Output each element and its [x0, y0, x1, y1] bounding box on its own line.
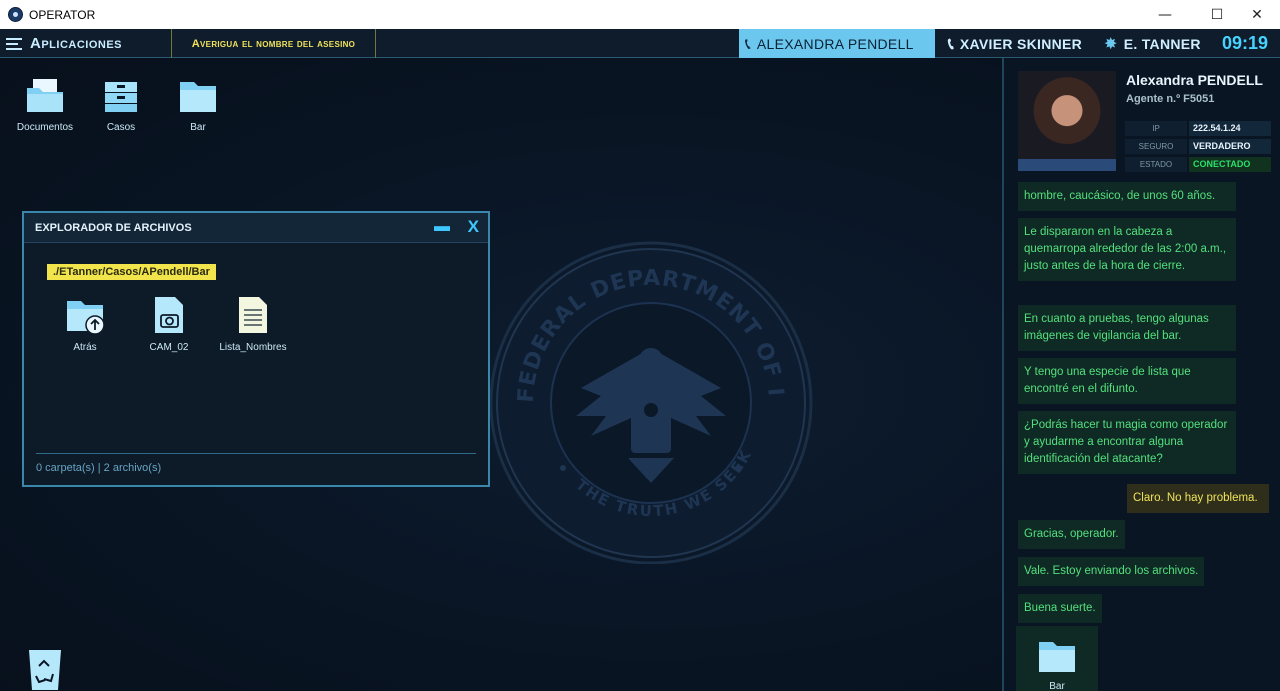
mission-objective: Averigua el nombre del asesino: [171, 29, 376, 58]
agent-avatar: [1018, 71, 1116, 171]
chat-attachment-bar-folder[interactable]: Bar: [1016, 626, 1098, 691]
info-label: ESTADO: [1125, 157, 1187, 172]
phone-icon: 📞︎: [745, 33, 751, 53]
file-item-lista-nombres[interactable]: Lista_Nombres: [213, 295, 293, 353]
info-value: VERDADERO: [1189, 139, 1271, 154]
file-label: Lista_Nombres: [219, 342, 287, 353]
path-bar: ./ETanner/Casos/APendell/Bar: [47, 264, 216, 280]
info-label: IP: [1125, 121, 1187, 136]
desktop: FEDERAL DEPARTMENT OF INTELLIGENCE THE T…: [0, 58, 1002, 691]
chat-message: Y tengo una especie de lista que encontr…: [1018, 358, 1236, 404]
explorer-title: EXPLORADOR DE ARCHIVOS: [35, 221, 192, 234]
close-button[interactable]: ✕: [1234, 0, 1280, 29]
file-item-back[interactable]: Atrás: [45, 295, 125, 353]
divider: [36, 453, 476, 454]
desktop-icon-casos[interactable]: Casos: [86, 76, 156, 133]
verified-badge-icon: ✸: [1104, 34, 1118, 53]
camera-file-icon: [155, 297, 183, 333]
agent-chat-panel: Alexandra PENDELL Agente n.º F5051 IP 22…: [1002, 58, 1280, 691]
file-item-cam02[interactable]: CAM_02: [129, 295, 209, 353]
recycle-bin-icon[interactable]: [26, 646, 64, 691]
status-badge: CONECTADO: [1189, 157, 1271, 172]
contact-tab-e-tanner[interactable]: ✸ E. TANNER: [1104, 29, 1201, 58]
icon-label: Documentos: [16, 122, 74, 133]
operator-message: Claro. No hay problema.: [1127, 484, 1269, 513]
file-explorer-window[interactable]: EXPLORADOR DE ARCHIVOS ▬ X ./ETanner/Cas…: [22, 211, 490, 487]
folder-icon: [1039, 642, 1075, 672]
cases-drawer-icon: [105, 82, 137, 112]
contact-name: XAVIER SKINNER: [959, 35, 1083, 52]
hamburger-icon: [6, 37, 24, 50]
agent-name: Alexandra PENDELL: [1126, 72, 1263, 88]
text-document-icon: [239, 297, 267, 333]
folder-icon: [180, 82, 216, 112]
agent-id: Agente n.º F5051: [1126, 93, 1215, 105]
explorer-header: EXPLORADOR DE ARCHIVOS: [24, 213, 488, 243]
info-label: SEGURO: [1125, 139, 1187, 154]
chat-message: hombre, caucásico, de unos 60 años.: [1018, 182, 1236, 211]
applications-label: Aplicaciones: [30, 35, 123, 52]
operator-app-icon: [8, 7, 23, 22]
chat-message: ¿Podrás hacer tu magia como operador y a…: [1018, 411, 1236, 474]
desktop-icon-documentos[interactable]: Documentos: [10, 76, 80, 133]
chat-message: Buena suerte.: [1018, 594, 1102, 623]
chat-message: Vale. Estoy enviando los archivos.: [1018, 557, 1205, 586]
info-value: 222.54.1.24: [1189, 121, 1271, 136]
chat-message: En cuanto a pruebas, tengo algunas imáge…: [1018, 305, 1236, 351]
info-row-secure: SEGURO VERDADERO: [1125, 139, 1271, 154]
contact-name: ALEXANDRA PENDELL: [756, 35, 914, 52]
chat-message: Gracias, operador.: [1018, 520, 1125, 549]
documents-folder-icon: [27, 79, 63, 112]
contact-tab-xavier-skinner[interactable]: 📞︎ XAVIER SKINNER: [948, 29, 1082, 58]
chat-message: Le dispararon en la cabeza a quemarropa …: [1018, 218, 1236, 281]
info-row-state: ESTADO CONECTADO: [1125, 157, 1271, 172]
minimize-icon[interactable]: ▬: [434, 218, 450, 236]
window-title: OPERATOR: [29, 8, 96, 22]
file-label: Atrás: [73, 342, 97, 353]
contact-tab-alexandra-pendell[interactable]: 📞︎ ALEXANDRA PENDELL: [739, 29, 935, 58]
icon-label: Bar: [190, 122, 206, 133]
desktop-icon-bar[interactable]: Bar: [163, 76, 233, 133]
icon-label: Casos: [106, 122, 136, 133]
explorer-status: 0 carpeta(s) | 2 archivo(s): [36, 462, 162, 474]
folder-up-icon: [67, 301, 105, 335]
minimize-button[interactable]: —: [1142, 0, 1188, 29]
close-icon[interactable]: X: [468, 217, 479, 237]
clock: 09:19: [1222, 33, 1269, 53]
file-label: CAM_02: [149, 342, 189, 353]
phone-icon: 📞︎: [948, 33, 954, 53]
info-row-ip: IP 222.54.1.24: [1125, 121, 1271, 136]
attachment-label: Bar: [1049, 681, 1065, 691]
applications-menu-button[interactable]: Aplicaciones: [6, 29, 122, 58]
window-titlebar: OPERATOR — ☐ ✕: [0, 0, 1280, 29]
top-app-bar: Aplicaciones Averigua el nombre del ases…: [0, 29, 1280, 58]
fdi-seal-watermark: FEDERAL DEPARTMENT OF INTELLIGENCE THE T…: [488, 218, 813, 564]
contact-name: E. TANNER: [1123, 35, 1201, 52]
